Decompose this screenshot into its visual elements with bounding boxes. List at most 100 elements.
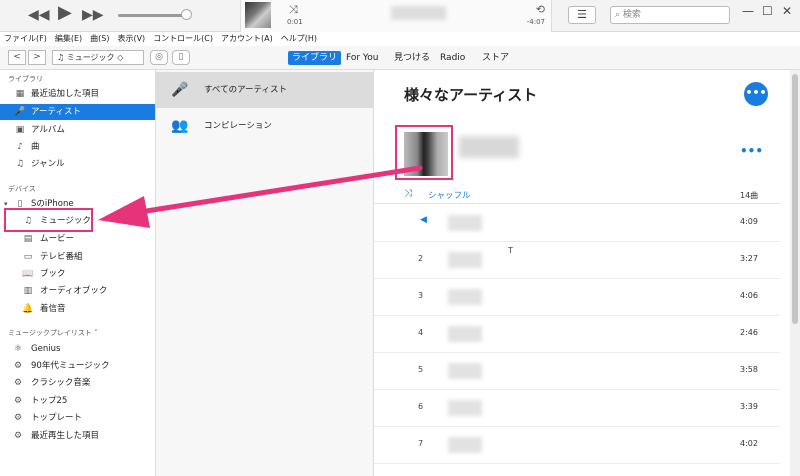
table-row[interactable]: 5 3:58 xyxy=(374,353,780,390)
elapsed-time: 0:01 xyxy=(287,18,303,26)
sidebar-item-label: 着信音 xyxy=(40,304,66,314)
playlists-header[interactable]: ミュージックプレイリスト ˅ xyxy=(8,328,98,338)
track-time: 3:39 xyxy=(740,402,758,411)
remaining-time: -4:07 xyxy=(526,18,545,26)
tab-library[interactable]: ライブラリ xyxy=(288,51,342,65)
player-bar: ◀◀ ▶ ▶▶ ⤨ 0:01 ⟲ -4:07 ☰ ⌕ 検索 — ☐ ✕ xyxy=(0,0,800,32)
track-title-blurred xyxy=(448,215,482,231)
play-icon[interactable]: ▶ xyxy=(58,4,72,22)
sidebar-item-artists[interactable]: 🎤 アーティスト xyxy=(0,104,155,120)
menu-account[interactable]: アカウント(A) xyxy=(217,32,277,46)
menu-song[interactable]: 曲(S) xyxy=(86,32,113,46)
artist-label: コンピレーション xyxy=(204,121,272,131)
track-number: 4 xyxy=(418,328,424,337)
sidebar-item-top25[interactable]: ⚙ トップ25 xyxy=(0,393,155,409)
recently-added-icon: ▦ xyxy=(15,89,25,99)
album-title-blurred xyxy=(459,136,519,158)
now-playing-display: ⤨ 0:01 ⟲ -4:07 xyxy=(240,0,552,32)
menu-edit[interactable]: 編集(E) xyxy=(51,32,86,46)
maximize-icon[interactable]: ☐ xyxy=(762,4,773,18)
tv-icon: ▭ xyxy=(23,252,33,262)
table-row[interactable]: ◀ 4:09 xyxy=(374,205,780,242)
now-playing-title-blurred xyxy=(391,6,446,20)
more-button[interactable]: ••• xyxy=(744,82,768,106)
track-title-blurred xyxy=(448,437,482,453)
sidebar-item-label: ジャンル xyxy=(31,159,65,169)
track-number: 3 xyxy=(418,291,424,300)
iphone-icon[interactable]: ▯ xyxy=(172,50,190,65)
media-type-select[interactable]: ♫ ミュージック ◇ xyxy=(52,50,144,65)
artist-row-all[interactable]: 🎤 すべてのアーティスト xyxy=(156,72,373,108)
sidebar-item-genius[interactable]: ⚛ Genius xyxy=(0,341,155,357)
book-icon: 📖 xyxy=(22,269,34,279)
search-input[interactable]: ⌕ 検索 xyxy=(610,6,730,24)
table-row[interactable]: 4 2:46 xyxy=(374,316,780,353)
tab-for-you[interactable]: For You xyxy=(342,51,382,65)
menu-controls[interactable]: コントロール(C) xyxy=(149,32,217,46)
table-row[interactable]: 2 T 3:27 xyxy=(374,242,780,279)
back-button[interactable]: < xyxy=(8,50,26,65)
sidebar-item-label: 90年代ミュージック xyxy=(31,361,110,371)
tab-browse[interactable]: 見つける xyxy=(390,51,434,65)
sidebar-item-label: 最近追加した項目 xyxy=(31,89,100,99)
menu-bar: ファイル(F) 編集(E) 曲(S) 表示(V) コントロール(C) アカウント(A) ヘル… xyxy=(0,32,800,46)
sidebar-item-albums[interactable]: ▣ アルバム xyxy=(0,122,155,138)
track-count: 14曲 xyxy=(740,191,759,200)
shuffle-row[interactable]: ⤨ シャッフル 14曲 xyxy=(374,186,780,204)
repeat-icon[interactable]: ⟲ xyxy=(536,3,545,16)
music-note-icon: ♪ xyxy=(17,142,23,152)
volume-knob[interactable] xyxy=(181,9,192,20)
close-icon[interactable]: ✕ xyxy=(782,4,792,18)
track-number: 7 xyxy=(418,439,424,448)
forward-icon[interactable]: ▶▶ xyxy=(82,7,104,23)
forward-button[interactable]: > xyxy=(28,50,46,65)
artist-list: 🎤 すべてのアーティスト 👥 コンピレーション xyxy=(156,70,374,476)
sidebar-item-label: ブック xyxy=(40,269,66,279)
cd-icon[interactable]: ◎ xyxy=(150,50,168,65)
sidebar-item-device-books[interactable]: 📖 ブック xyxy=(0,266,155,282)
sidebar-item-label: ムービー xyxy=(40,234,75,244)
sidebar-item-label: オーディオブック xyxy=(40,286,108,296)
track-title-suffix: T xyxy=(508,246,513,255)
sidebar-item-classical[interactable]: ⚙ クラシック音楽 xyxy=(0,375,155,391)
sidebar-item-device-tv[interactable]: ▭ テレビ番組 xyxy=(0,249,155,265)
sidebar-item-device-audiobooks[interactable]: ▥ オーディオブック xyxy=(0,283,155,299)
sidebar: ライブラリ ▦ 最近追加した項目 🎤 アーティスト ▣ アルバム ♪ 曲 ♫ ジ… xyxy=(0,70,156,476)
sidebar-item-label: 曲 xyxy=(31,142,40,152)
sidebar-item-device-movies[interactable]: ▤ ムービー xyxy=(0,231,155,247)
artist-row-compilations[interactable]: 👥 コンピレーション xyxy=(156,108,373,144)
smart-playlist-icon: ⚙ xyxy=(13,396,23,406)
smart-playlist-icon: ⚙ xyxy=(13,378,23,388)
track-number: 2 xyxy=(418,254,424,263)
sidebar-item-label: トップレート xyxy=(31,413,83,423)
sidebar-item-recent[interactable]: ▦ 最近追加した項目 xyxy=(0,86,155,102)
music-highlight-box xyxy=(4,208,93,232)
sidebar-item-genres[interactable]: ♫ ジャンル xyxy=(0,156,155,172)
sidebar-item-device-ringtones[interactable]: 🔔 着信音 xyxy=(0,301,155,317)
minimize-icon[interactable]: — xyxy=(742,4,754,18)
scrollbar-thumb[interactable] xyxy=(792,74,798,324)
track-time: 4:02 xyxy=(740,439,758,448)
sidebar-item-toprated[interactable]: ⚙ トップレート xyxy=(0,410,155,426)
smart-playlist-icon: ⚙ xyxy=(13,361,23,371)
album-more-button[interactable]: ••• xyxy=(740,144,763,158)
sidebar-item-label: トップ25 xyxy=(31,396,68,406)
list-view-button[interactable]: ☰ xyxy=(568,6,596,24)
table-row[interactable]: 7 4:02 xyxy=(374,427,780,464)
sidebar-item-recently-played[interactable]: ⚙ 最近再生した項目 xyxy=(0,428,155,444)
rewind-icon[interactable]: ◀◀ xyxy=(28,7,50,23)
menu-file[interactable]: ファイル(F) xyxy=(0,32,51,46)
sidebar-item-90s[interactable]: ⚙ 90年代ミュージック xyxy=(0,358,155,374)
tab-store[interactable]: ストア xyxy=(478,51,513,65)
sidebar-item-songs[interactable]: ♪ 曲 xyxy=(0,139,155,155)
volume-slider[interactable] xyxy=(118,14,188,17)
tab-radio[interactable]: Radio xyxy=(436,51,469,65)
table-row[interactable]: 6 3:39 xyxy=(374,390,780,427)
audiobook-icon: ▥ xyxy=(23,286,33,296)
table-row[interactable]: 3 4:06 xyxy=(374,279,780,316)
menu-view[interactable]: 表示(V) xyxy=(113,32,149,46)
menu-help[interactable]: ヘルプ(H) xyxy=(277,32,321,46)
shuffle-label: シャッフル xyxy=(428,191,471,201)
album-highlight-box xyxy=(395,125,453,180)
shuffle-icon[interactable]: ⤨ xyxy=(289,3,298,17)
